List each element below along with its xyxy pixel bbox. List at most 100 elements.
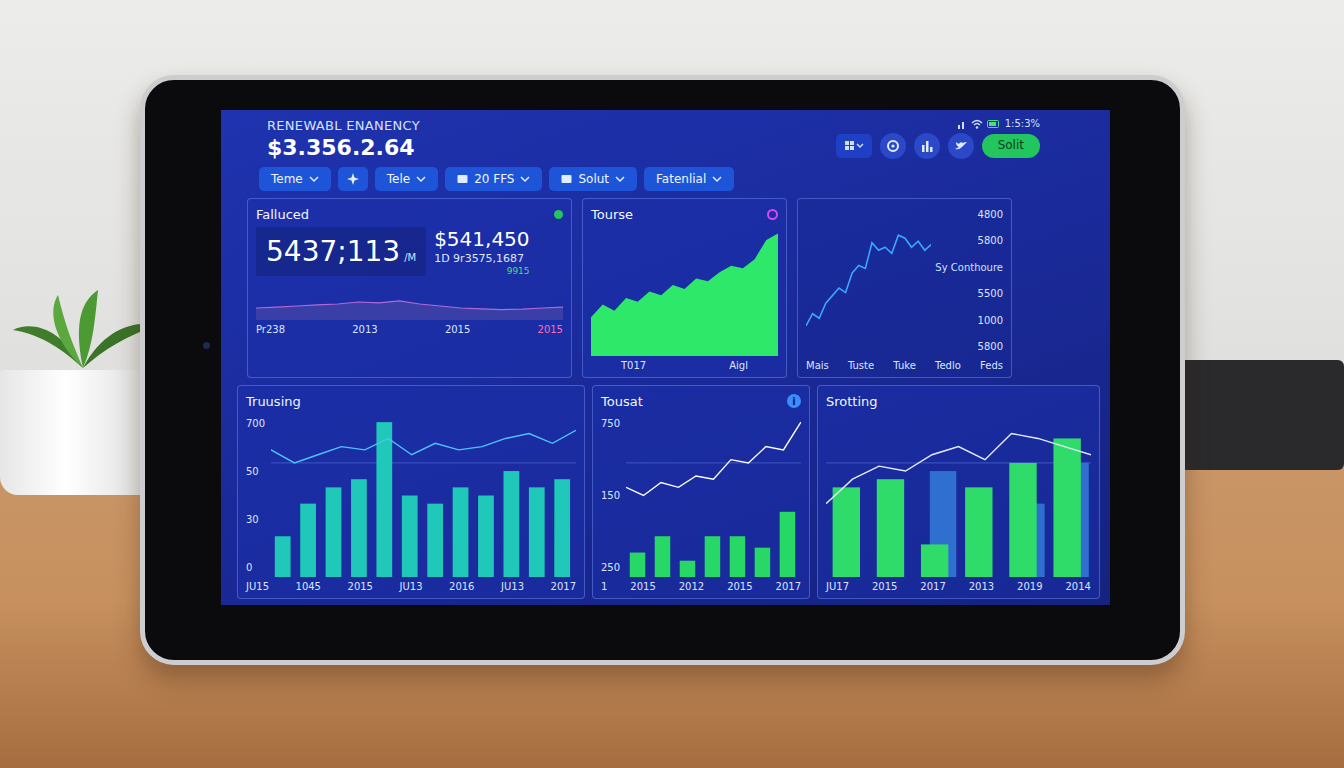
x-axis: T017Aigl xyxy=(591,360,778,373)
panel-title: Tousat xyxy=(601,394,643,409)
panel-title: Truusing xyxy=(246,394,301,409)
bar xyxy=(680,561,695,577)
x-label: 2015 xyxy=(872,581,897,594)
share-button[interactable] xyxy=(948,133,974,159)
chart-body xyxy=(826,414,1091,577)
grid-line xyxy=(626,462,801,463)
kpi-value: 5437;113 xyxy=(266,235,400,268)
x-label: 2017 xyxy=(551,581,576,594)
bar xyxy=(351,479,367,577)
x-label: 1045 xyxy=(296,581,321,594)
bar xyxy=(427,504,443,577)
kpi-details: $541,450 1D 9r3575,1687 9915 xyxy=(434,227,529,276)
chevron-down-icon xyxy=(615,175,625,183)
filter-label: Fatenlial xyxy=(656,172,706,186)
filter-dropdown[interactable]: Solut xyxy=(549,167,637,191)
x-axis: JU1510452015JU132016JU132017 xyxy=(246,581,576,594)
y-tick: 30 xyxy=(246,514,265,525)
x-label: 2015 xyxy=(538,324,563,337)
change-value: 9915 xyxy=(507,266,530,276)
bar xyxy=(504,471,520,577)
bar xyxy=(755,548,770,577)
grid-line xyxy=(271,462,576,463)
panel-header: Tousat i xyxy=(601,392,801,410)
line-series xyxy=(626,422,801,495)
x-label: 2016 xyxy=(449,581,474,594)
x-label: 2015 xyxy=(727,581,752,594)
status-dot xyxy=(554,210,563,219)
filter-dropdown[interactable]: Tele xyxy=(375,167,438,191)
line-series xyxy=(806,235,931,326)
x-label: 2015 xyxy=(445,324,470,337)
info-badge[interactable]: i xyxy=(787,394,801,408)
bar xyxy=(921,544,948,577)
chart-button[interactable] xyxy=(914,133,940,159)
signal-icon xyxy=(957,119,967,129)
status-bar: 1:5:3% xyxy=(957,118,1040,129)
total-value: $3.356.2.64 xyxy=(267,135,420,160)
bird-icon xyxy=(954,139,968,153)
area-chart xyxy=(591,227,778,356)
chart-body: 750150250 xyxy=(601,414,801,577)
y-axis: 750150250 xyxy=(601,414,620,577)
x-label: 2015 xyxy=(630,581,655,594)
panel-title: Tourse xyxy=(591,207,633,222)
panel-header: Truusing xyxy=(246,392,576,410)
x-label: 2019 xyxy=(1017,581,1042,594)
bar xyxy=(300,504,316,577)
amount-value: $541,450 xyxy=(434,227,529,251)
header: RENEWABL ENANENCY $3.356.2.64 1:5:3% Sol… xyxy=(237,118,1100,160)
x-label: JU17 xyxy=(826,581,849,594)
x-axis: MaisTusteTukeTedloFeds xyxy=(806,360,1003,373)
kpi-unit: /M xyxy=(404,252,416,263)
x-label: 1 xyxy=(601,581,607,594)
filter-label: Teme xyxy=(271,172,303,186)
chevron-down-icon xyxy=(520,175,530,183)
x-label: Pr238 xyxy=(256,324,285,337)
bar xyxy=(965,487,992,577)
growth-panel: Tourse T017Aigl xyxy=(582,198,787,378)
bar xyxy=(275,536,291,577)
filter-label: Solut xyxy=(578,172,609,186)
target-button[interactable] xyxy=(880,133,906,159)
bar-line-chart xyxy=(826,414,1091,577)
area-chart xyxy=(256,280,563,320)
sparkle-icon xyxy=(346,172,360,186)
photo-scene: RENEWABL ENANENCY $3.356.2.64 1:5:3% Sol… xyxy=(0,0,1344,768)
filter-dropdown[interactable]: Fatenlial xyxy=(644,167,734,191)
camera-icon xyxy=(203,342,210,349)
x-label: JU15 xyxy=(246,581,269,594)
summary-values: 5437;113 /M $541,450 1D 9r3575,1687 9915 xyxy=(256,227,563,276)
wifi-icon xyxy=(971,119,983,129)
grid-menu-button[interactable] xyxy=(836,134,872,158)
bar xyxy=(478,496,494,578)
trend-panel: 4800 5800 Sy Conthoure5500 1000 5800 Mai… xyxy=(797,198,1012,378)
x-label: Tedlo xyxy=(935,360,961,373)
filter-dropdown[interactable]: 20 FFS xyxy=(445,167,542,191)
y-tick: 250 xyxy=(601,562,620,573)
filter-dropdown[interactable] xyxy=(338,167,368,191)
chart-panel: Srotting JU1720152017201320192014 xyxy=(817,385,1100,599)
bar xyxy=(453,487,469,577)
x-label: 2013 xyxy=(969,581,994,594)
x-axis: 12015201220152017 xyxy=(601,581,801,594)
y-tick: 1000 xyxy=(978,315,1003,326)
header-actions: 1:5:3% Solit xyxy=(836,118,1100,159)
filter-dropdown[interactable]: Teme xyxy=(259,167,331,191)
x-label: JU13 xyxy=(400,581,423,594)
area-series xyxy=(256,301,563,320)
bottom-panels: Truusing 70050300 JU1510452015JU132016JU… xyxy=(237,385,1100,599)
bar xyxy=(730,536,745,577)
x-label: T017 xyxy=(621,360,646,373)
x-label: 2017 xyxy=(920,581,945,594)
bar xyxy=(554,479,570,577)
line-series xyxy=(826,434,1091,504)
battery-icon xyxy=(987,119,1001,129)
x-axis: Pr238201320152015 xyxy=(256,324,563,337)
primary-button[interactable]: Solit xyxy=(982,134,1040,158)
y-tick: 5800 xyxy=(978,341,1003,352)
line-series xyxy=(271,430,576,463)
y-tick: 750 xyxy=(601,418,620,429)
chevron-down-icon xyxy=(416,175,426,183)
x-label: 2012 xyxy=(679,581,704,594)
